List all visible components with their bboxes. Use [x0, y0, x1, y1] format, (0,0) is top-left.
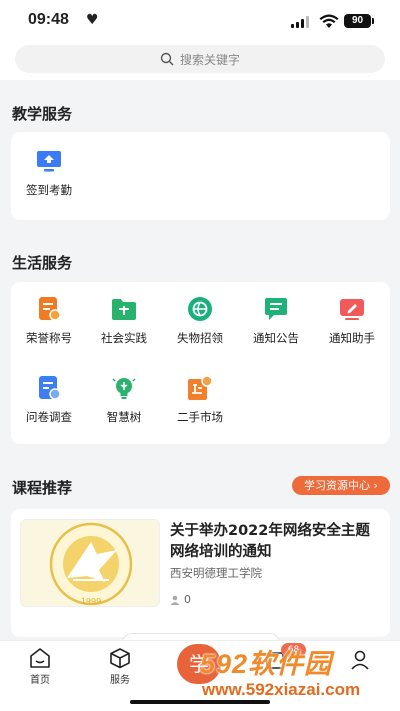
smart-tree-bulb-icon	[112, 378, 136, 399]
course-title: 关于举办2022年网络安全主题网络培训的通知	[170, 523, 370, 560]
search-placeholder: 搜索关键字	[179, 52, 240, 67]
honor-document-icon	[39, 297, 61, 321]
service-label: 问卷调查	[26, 410, 72, 424]
service-checkin[interactable]: 签到考勤	[11, 148, 87, 198]
school-emblem-image: 1999	[21, 520, 159, 606]
service-second-hand[interactable]: 二手市场	[162, 375, 238, 425]
course-thumbnail: 1999	[20, 519, 160, 607]
tab-home[interactable]: 首页	[10, 647, 70, 686]
survey-document-icon	[39, 376, 61, 400]
lost-found-ball-icon	[188, 297, 212, 321]
second-hand-market-icon	[188, 375, 213, 400]
course-card[interactable]: 1999 关于举办2022年网络安全主题网络培训的通知 西安明德理工学院 0	[11, 509, 390, 637]
status-time: 09:48	[28, 11, 69, 28]
service-honor[interactable]: 荣誉称号	[11, 296, 87, 346]
tab-label: 服务	[110, 675, 130, 686]
search-bar-container: 搜索关键字	[0, 42, 400, 80]
battery-icon: 90	[344, 14, 371, 28]
resource-center-link[interactable]: 学习资源中心 ›	[292, 476, 390, 495]
service-practice[interactable]: 社会实践	[86, 296, 162, 346]
service-label: 社会实践	[101, 331, 147, 345]
service-notice[interactable]: 通知公告	[238, 296, 314, 346]
watermark-url: www.592xiazai.com	[202, 680, 361, 699]
home-indicator	[130, 700, 270, 704]
service-lost-found[interactable]: 失物招领	[162, 296, 238, 346]
tab-label: 首页	[30, 675, 50, 686]
service-label: 荣誉称号	[26, 331, 72, 345]
checkin-monitor-icon	[37, 151, 61, 172]
course-school: 西安明德理工学院	[170, 566, 262, 580]
service-label: 签到考勤	[26, 183, 72, 197]
service-survey[interactable]: 问卷调查	[11, 375, 87, 425]
search-input[interactable]: 搜索关键字	[15, 45, 385, 73]
svg-text:1999: 1999	[81, 597, 101, 606]
life-card: 荣誉称号 社会实践 失物招领 通知公告 通知助手 问卷调查 智慧树 二手市场	[11, 282, 390, 444]
teaching-card: 签到考勤	[11, 132, 390, 220]
search-icon	[160, 52, 174, 66]
service-label: 通知公告	[253, 331, 299, 345]
status-bar: 09:48 ♥ 90	[0, 0, 400, 42]
heart-icon: ♥	[86, 12, 99, 28]
service-label: 二手市场	[177, 410, 223, 424]
practice-folder-icon	[112, 299, 136, 320]
service-smart-tree[interactable]: 智慧树	[86, 375, 162, 425]
person-icon	[170, 595, 180, 605]
service-label: 智慧树	[106, 410, 142, 424]
home-icon	[30, 648, 50, 668]
course-view-count: 0	[184, 593, 191, 606]
courses-section-title: 课程推荐	[12, 479, 73, 497]
cube-icon	[110, 648, 130, 669]
service-label: 失物招领	[177, 331, 223, 345]
notice-chat-icon	[265, 298, 287, 320]
wifi-icon	[319, 14, 339, 28]
tab-services[interactable]: 服务	[90, 647, 150, 686]
notify-assistant-icon	[340, 299, 364, 320]
signal-icon	[291, 16, 311, 28]
watermark-brand: 592软件园	[200, 649, 333, 679]
teaching-section-title: 教学服务	[12, 105, 73, 123]
battery-tip	[372, 18, 374, 24]
service-notify-assistant[interactable]: 通知助手	[314, 296, 390, 346]
service-label: 通知助手	[329, 331, 375, 345]
life-section-title: 生活服务	[12, 254, 73, 272]
